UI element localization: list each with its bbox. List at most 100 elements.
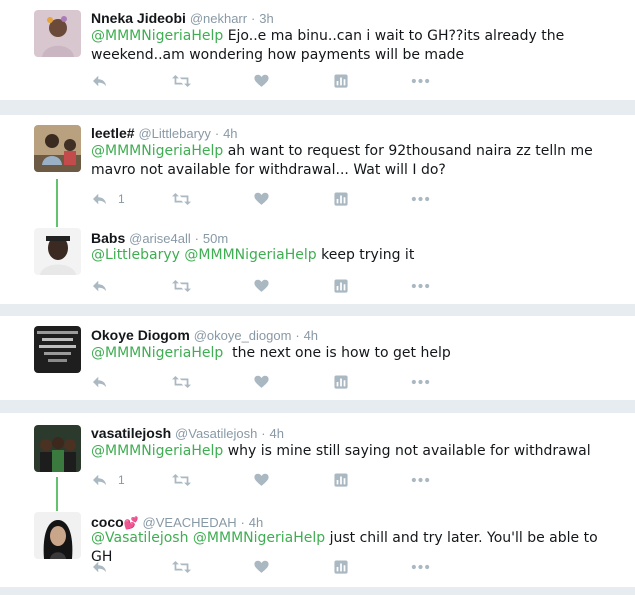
more-icon <box>411 379 430 385</box>
reply-button[interactable]: 1 <box>92 470 125 490</box>
display-name[interactable]: coco <box>91 514 124 530</box>
separator: · <box>250 11 256 26</box>
reply-button[interactable] <box>92 276 108 296</box>
tweet-card: Okoye Diogom @okoye_diogom · 4h @MMMNige… <box>0 316 635 400</box>
analytics-button[interactable] <box>334 276 348 296</box>
mention-link[interactable]: @MMMNigeriaHelp <box>91 345 223 361</box>
like-icon <box>254 279 269 293</box>
tweet-body: why is mine still saying not available f… <box>223 443 591 459</box>
username[interactable]: @okoye_diogom <box>194 328 292 343</box>
mention-link[interactable]: @Littlebaryy <box>91 247 180 263</box>
tweet-header: leetle# @Littlebaryy · 4h <box>91 125 238 142</box>
avatar[interactable] <box>34 425 81 472</box>
like-button[interactable] <box>254 71 269 91</box>
username[interactable]: @Littlebaryy <box>138 126 210 141</box>
retweet-button[interactable] <box>172 276 191 296</box>
display-name[interactable]: Babs <box>91 230 125 246</box>
mention-link[interactable]: @MMMNigeriaHelp <box>91 443 223 459</box>
analytics-icon <box>334 560 348 574</box>
reply-count: 1 <box>118 192 125 206</box>
username[interactable]: @nekharr <box>190 11 247 26</box>
tweet-card: leetle# @Littlebaryy · 4h @MMMNigeriaHel… <box>0 115 635 304</box>
more-button[interactable] <box>411 71 430 91</box>
reply-button[interactable] <box>92 372 108 392</box>
like-button[interactable] <box>254 372 269 392</box>
like-button[interactable] <box>254 557 269 577</box>
analytics-button[interactable] <box>334 372 348 392</box>
avatar[interactable] <box>34 125 81 172</box>
reply-icon <box>92 375 108 389</box>
analytics-icon <box>334 473 348 487</box>
more-icon <box>411 564 430 570</box>
retweet-button[interactable] <box>172 470 191 490</box>
analytics-button[interactable] <box>334 189 348 209</box>
username[interactable]: @VEACHEDAH <box>143 515 237 530</box>
mention-link[interactable]: @MMMNigeriaHelp <box>91 28 223 44</box>
timestamp[interactable]: 3h <box>259 11 273 26</box>
timestamp[interactable]: 4h <box>223 126 237 141</box>
more-button[interactable] <box>411 189 430 209</box>
avatar[interactable] <box>34 228 81 275</box>
tweet-actions <box>91 557 451 577</box>
analytics-button[interactable] <box>334 470 348 490</box>
timestamp[interactable]: 50m <box>203 231 228 246</box>
like-icon <box>254 74 269 88</box>
retweet-button[interactable] <box>172 557 191 577</box>
avatar[interactable] <box>34 512 81 559</box>
tweet-header: Babs @arise4all · 50m <box>91 230 228 247</box>
tweet-header: Okoye Diogom @okoye_diogom · 4h <box>91 327 318 344</box>
analytics-button[interactable] <box>334 557 348 577</box>
retweet-icon <box>172 74 191 88</box>
separator: · <box>214 126 220 141</box>
retweet-icon <box>172 192 191 206</box>
more-button[interactable] <box>411 557 430 577</box>
more-button[interactable] <box>411 276 430 296</box>
display-name[interactable]: Nneka Jideobi <box>91 10 186 26</box>
reply-button[interactable] <box>92 557 108 577</box>
tweet-card: vasatilejosh @Vasatilejosh · 4h @MMMNige… <box>0 413 635 587</box>
retweet-button[interactable] <box>172 189 191 209</box>
analytics-button[interactable] <box>334 71 348 91</box>
display-name[interactable]: Okoye Diogom <box>91 327 190 343</box>
like-icon <box>254 560 269 574</box>
mention-link[interactable]: @Vasatilejosh <box>91 530 188 546</box>
tweet-body: keep trying it <box>316 247 415 263</box>
tweet-body: the next one is how to get help <box>223 345 451 361</box>
more-icon <box>411 196 430 202</box>
avatar[interactable] <box>34 326 81 373</box>
tweet-text: @MMMNigeriaHelp ah want to request for 9… <box>91 142 611 180</box>
like-icon <box>254 192 269 206</box>
retweet-icon <box>172 279 191 293</box>
like-icon <box>254 473 269 487</box>
thread-connector <box>56 179 58 227</box>
username[interactable]: @arise4all <box>129 231 191 246</box>
like-button[interactable] <box>254 189 269 209</box>
reply-icon <box>92 560 108 574</box>
tweet-actions <box>91 276 451 296</box>
mention-link[interactable]: @MMMNigeriaHelp <box>184 247 316 263</box>
avatar[interactable] <box>34 10 81 57</box>
timestamp[interactable]: 4h <box>249 515 263 530</box>
thread-connector <box>56 477 58 511</box>
analytics-icon <box>334 375 348 389</box>
separator: · <box>261 426 266 441</box>
timestamp[interactable]: 4h <box>270 426 284 441</box>
timestamp[interactable]: 4h <box>304 328 318 343</box>
more-button[interactable] <box>411 470 430 490</box>
reply-button[interactable] <box>92 71 108 91</box>
separator: · <box>240 515 245 530</box>
reply-button[interactable]: 1 <box>92 189 125 209</box>
like-button[interactable] <box>254 470 269 490</box>
mention-link[interactable]: @MMMNigeriaHelp <box>91 143 223 159</box>
retweet-button[interactable] <box>172 372 191 392</box>
analytics-icon <box>334 279 348 293</box>
username[interactable]: @Vasatilejosh <box>175 426 257 441</box>
display-name[interactable]: vasatilejosh <box>91 425 171 441</box>
mention-link[interactable]: @MMMNigeriaHelp <box>193 530 325 546</box>
display-name[interactable]: leetle# <box>91 125 135 141</box>
tweet-actions: 1 <box>91 189 451 209</box>
more-button[interactable] <box>411 372 430 392</box>
like-button[interactable] <box>254 276 269 296</box>
analytics-icon <box>334 192 348 206</box>
retweet-button[interactable] <box>172 71 191 91</box>
